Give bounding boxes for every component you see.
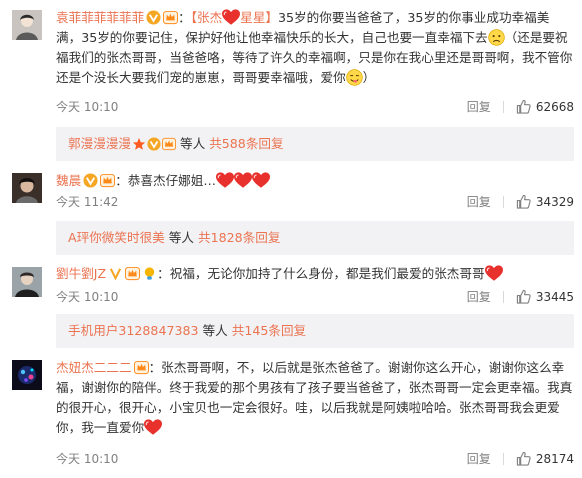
heart-icon	[485, 265, 503, 282]
thumbs-up-icon	[516, 194, 531, 209]
username[interactable]: 杰妞杰二二二	[56, 360, 132, 375]
heart-icon	[234, 172, 252, 189]
verified-v-icon	[108, 266, 123, 281]
vip-badge-icon	[83, 173, 98, 188]
sad-face-icon	[487, 29, 505, 46]
comment-item: 袁菲菲菲菲菲菲 ：【张杰 星星】35岁的你要当爸爸了，35岁的你事业成功幸福美满，3…	[0, 0, 582, 161]
vip-badge-icon	[146, 10, 161, 25]
reply-user-link[interactable]: 郭漫漫漫漫	[68, 136, 131, 151]
divider	[502, 195, 504, 208]
heart-icon	[144, 419, 162, 436]
replies-summary: A玶你微笑时很美 等人 共1828条回复	[56, 221, 574, 255]
like-button[interactable]: 28174	[516, 451, 574, 466]
username[interactable]: 劉牛劉JZ	[56, 266, 106, 281]
comment-text: 袁菲菲菲菲菲菲 ：【张杰 星星】35岁的你要当爸爸了，35岁的你事业成功幸福美满，3…	[56, 10, 573, 86]
thumbs-up-icon	[516, 289, 531, 304]
comment-item: 杰妞杰二二二 ：张杰哥哥啊，不，以后就是张杰爸爸了。谢谢你这么开心，谢谢你这么幸福…	[0, 352, 582, 478]
comment-time: 今天 10:10	[56, 290, 119, 304]
mention-link[interactable]: 【张杰 星星】	[191, 10, 278, 25]
username[interactable]: 袁菲菲菲菲菲菲	[56, 10, 144, 25]
thumbs-up-icon	[516, 451, 531, 466]
divider	[502, 290, 504, 303]
like-button[interactable]: 33445	[516, 289, 574, 304]
heart-icon	[216, 172, 234, 189]
reply-button[interactable]: 回复	[467, 193, 491, 210]
reply-etc: 等人	[179, 136, 206, 151]
comment-item: 劉牛劉JZ ：祝福，无论你加持了什么身份，都是我们最爱的张杰哥哥 今天 10:10…	[0, 262, 582, 352]
comment-time: 今天 11:42	[56, 195, 119, 209]
username[interactable]: 魏晨	[56, 173, 81, 188]
comment-time: 今天 10:10	[56, 452, 119, 466]
reply-etc: 等人	[168, 230, 194, 245]
crown-badge-icon	[162, 137, 176, 151]
crown-badge-icon	[125, 266, 140, 281]
comment-text: 劉牛劉JZ ：祝福，无论你加持了什么身份，都是我们最爱的张杰哥哥	[56, 264, 574, 284]
star-icon	[132, 137, 146, 151]
thumbs-up-icon	[516, 99, 531, 114]
like-button[interactable]: 62668	[516, 99, 574, 114]
heart-icon	[252, 172, 270, 189]
crown-badge-icon	[134, 360, 149, 375]
reply-button[interactable]: 回复	[467, 450, 491, 467]
vip-badge-icon	[147, 137, 161, 151]
crown-badge-icon	[100, 173, 115, 188]
view-replies-link[interactable]: 共588条回复	[209, 136, 283, 151]
comment-item: 魏晨 ：恭喜杰仔娜姐… 今天 11:42 回复 34329 A玶你微笑时很美 等人…	[0, 168, 582, 258]
replies-summary: 郭漫漫漫漫 等人 共588条回复	[56, 127, 574, 161]
like-count: 62668	[535, 99, 574, 114]
tongue-face-icon	[345, 69, 363, 86]
reply-button[interactable]: 回复	[467, 98, 491, 115]
avatar[interactable]	[12, 10, 42, 40]
divider	[502, 100, 504, 113]
avatar[interactable]	[12, 267, 42, 297]
avatar[interactable]	[12, 173, 42, 203]
divider	[502, 452, 504, 465]
crown-badge-icon	[163, 10, 178, 25]
view-replies-link[interactable]: 共145条回复	[232, 323, 306, 338]
reply-user-link[interactable]: A玶你微笑时很美	[68, 230, 165, 245]
comment-text: 魏晨 ：恭喜杰仔娜姐…	[56, 171, 574, 191]
comment-time: 今天 10:10	[56, 100, 119, 114]
like-count: 33445	[535, 289, 574, 304]
like-count: 34329	[535, 194, 574, 209]
comment-text: 杰妞杰二二二 ：张杰哥哥啊，不，以后就是张杰爸爸了。谢谢你这么开心，谢谢你这么幸福…	[56, 360, 573, 436]
reply-button[interactable]: 回复	[467, 288, 491, 305]
like-count: 28174	[535, 451, 574, 466]
reply-etc: 等人	[202, 323, 228, 338]
replies-summary: 手机用户3128847383 等人 共145条回复	[56, 314, 574, 348]
bulb-badge-icon	[142, 266, 157, 281]
heart-icon	[222, 9, 240, 26]
avatar[interactable]	[12, 360, 42, 390]
like-button[interactable]: 34329	[516, 194, 574, 209]
reply-user-link[interactable]: 手机用户3128847383	[68, 323, 199, 338]
view-replies-link[interactable]: 共1828条回复	[198, 230, 280, 245]
